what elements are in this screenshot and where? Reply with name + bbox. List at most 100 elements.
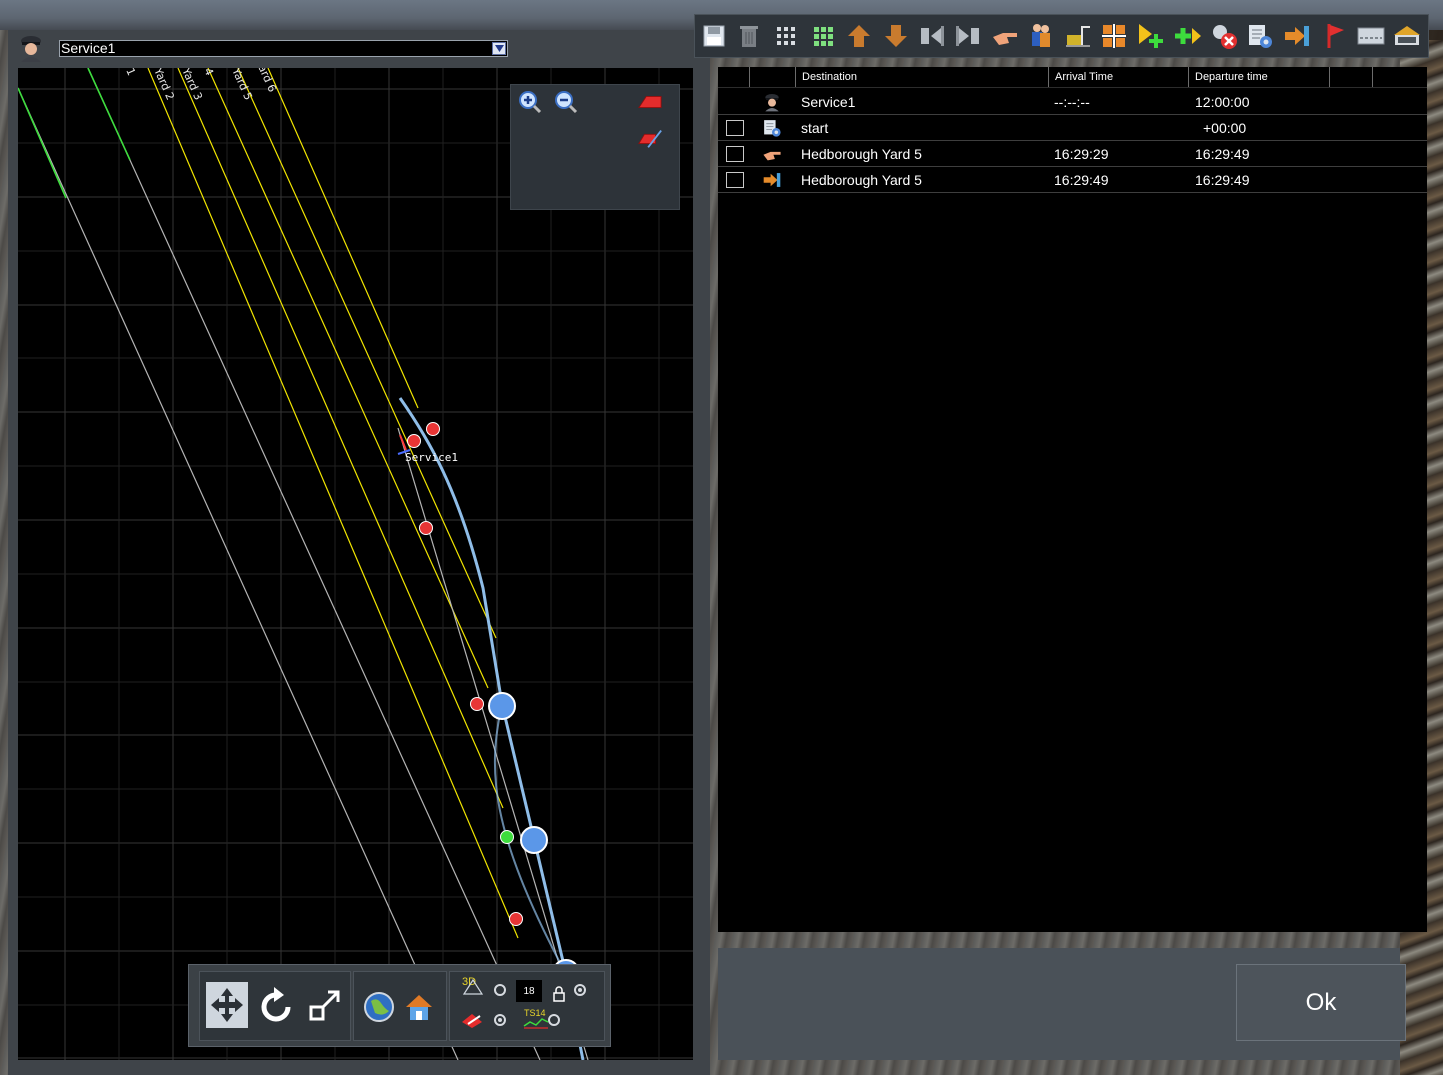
cell-destination: start: [801, 120, 829, 136]
schedule-table: Destination Arrival Time Departure time …: [718, 67, 1427, 932]
toggle-ts-radio[interactable]: [548, 1014, 560, 1026]
waypoint-marker[interactable]: [520, 826, 548, 854]
cell-departure: +00:00: [1203, 120, 1247, 136]
settings-sheet-icon[interactable]: [1245, 21, 1275, 51]
track-label-1: 1: [123, 68, 138, 78]
waypoint-marker[interactable]: [488, 692, 516, 720]
navigation-group: [353, 971, 447, 1041]
row-checkbox[interactable]: [726, 120, 744, 136]
cell-destination: Service1: [801, 94, 856, 110]
signal-marker-green[interactable]: [500, 830, 514, 844]
column-header-arrival[interactable]: Arrival Time: [1048, 67, 1188, 87]
passengers-icon[interactable]: [1026, 21, 1056, 51]
track-tool-radio[interactable]: [494, 1014, 506, 1026]
add-arrow-icon[interactable]: [1136, 21, 1166, 51]
track-line-2-green: [87, 68, 131, 161]
chevron-down-icon[interactable]: [492, 42, 506, 55]
column-header-extra: [1372, 67, 1427, 87]
move-down-icon[interactable]: [881, 21, 911, 51]
pointing-hand-icon: [762, 144, 782, 164]
signal-marker[interactable]: [407, 434, 421, 448]
track-yard-6[interactable]: [267, 68, 419, 409]
track-yard-4[interactable]: [207, 68, 489, 689]
table-row[interactable]: start +00:00: [718, 115, 1427, 141]
track-label-yard-3: Yard 3: [179, 68, 205, 102]
fit-view-icon[interactable]: [206, 982, 248, 1028]
track-label-yard-6: Yard 6: [253, 68, 279, 94]
table-row[interactable]: Hedborough Yard 5 16:29:49 16:29:49: [718, 167, 1427, 193]
display-options-group: 3D 18 TS14: [449, 971, 605, 1041]
row-checkbox[interactable]: [726, 146, 744, 162]
ok-button[interactable]: Ok: [1236, 964, 1406, 1041]
expand-icon[interactable]: [304, 982, 346, 1028]
settings-sheet-icon: [762, 118, 782, 138]
map-zoom-panel: [510, 84, 680, 210]
signal-marker[interactable]: [509, 912, 523, 926]
rotate-icon[interactable]: [256, 982, 298, 1028]
triangle-icon: [462, 978, 484, 996]
save-icon[interactable]: [699, 21, 729, 51]
service-select-value: Service1: [61, 40, 116, 56]
table-header: Destination Arrival Time Departure time: [718, 67, 1427, 88]
insert-after-icon[interactable]: [953, 21, 983, 51]
zoom-in-icon[interactable]: [517, 89, 543, 115]
lock-icon[interactable]: [552, 986, 566, 1002]
cell-arrival: --:--:--: [1054, 94, 1090, 110]
insert-before-icon[interactable]: [917, 21, 947, 51]
driver-icon: [16, 34, 46, 62]
flag-icon[interactable]: [1321, 21, 1351, 51]
table-row[interactable]: Hedborough Yard 5 16:29:29 16:29:49: [718, 141, 1427, 167]
coupling-icon[interactable]: [1099, 21, 1129, 51]
cell-destination: Hedborough Yard 5: [801, 172, 922, 188]
cargo-icon[interactable]: [1063, 21, 1093, 51]
cell-arrival: 16:29:49: [1054, 172, 1109, 188]
cell-departure: 16:29:49: [1195, 146, 1250, 162]
eraser-draw-icon[interactable]: [637, 125, 663, 151]
chart-icon: [522, 1016, 550, 1030]
grid-large-icon[interactable]: [808, 21, 838, 51]
map-grid-fine: [18, 68, 693, 1060]
editor-toolbar: [694, 14, 1429, 58]
signal-marker[interactable]: [426, 422, 440, 436]
home-icon[interactable]: [402, 990, 436, 1024]
move-up-icon[interactable]: [844, 21, 874, 51]
zoom-out-icon[interactable]: [553, 89, 579, 115]
track-tool-icon[interactable]: [460, 1008, 486, 1030]
platform-icon[interactable]: [1356, 21, 1386, 51]
driver-icon: [762, 92, 782, 112]
map-toolbar: 3D 18 TS14: [188, 964, 611, 1047]
globe-icon[interactable]: [362, 990, 396, 1024]
service-select[interactable]: Service1: [59, 40, 508, 57]
signal-marker[interactable]: [470, 697, 484, 711]
signal-marker[interactable]: [419, 521, 433, 535]
cell-destination: Hedborough Yard 5: [801, 146, 922, 162]
track-label-4: 4: [201, 68, 216, 78]
exit-arrow-icon: [762, 170, 782, 190]
exit-arrow-icon[interactable]: [1282, 21, 1312, 51]
track-map[interactable]: 1 Yard 2 Yard 3 4 Yard 5 Yard 6 Service1: [18, 68, 693, 1060]
column-header-departure[interactable]: Departure time: [1188, 67, 1329, 87]
lock-radio[interactable]: [574, 984, 586, 996]
table-row[interactable]: Service1 --:--:-- 12:00:00: [718, 89, 1427, 115]
track-label-yard-5: Yard 5: [229, 68, 255, 102]
add-plus-icon[interactable]: [1172, 21, 1202, 51]
remove-car-icon[interactable]: [1209, 21, 1239, 51]
row-checkbox[interactable]: [726, 172, 744, 188]
trash-icon[interactable]: [734, 21, 764, 51]
view-tools-group: [199, 971, 351, 1041]
column-header-icon: [749, 67, 795, 87]
cell-arrival: 16:29:29: [1054, 146, 1109, 162]
service-route: [398, 397, 585, 1060]
track-line-2[interactable]: [87, 68, 541, 1060]
time-scale-box[interactable]: 18: [516, 980, 542, 1002]
track-yard-2[interactable]: [147, 68, 519, 939]
column-header-extra: [1329, 67, 1372, 87]
track-yard-5[interactable]: [237, 68, 497, 639]
column-header-destination[interactable]: Destination: [795, 67, 1048, 87]
grid-small-icon[interactable]: [771, 21, 801, 51]
eraser-icon[interactable]: [637, 89, 663, 115]
toggle-3d-radio[interactable]: [494, 984, 506, 996]
pointing-hand-icon[interactable]: [990, 21, 1020, 51]
depot-icon[interactable]: [1392, 21, 1422, 51]
cell-departure: 16:29:49: [1195, 172, 1250, 188]
